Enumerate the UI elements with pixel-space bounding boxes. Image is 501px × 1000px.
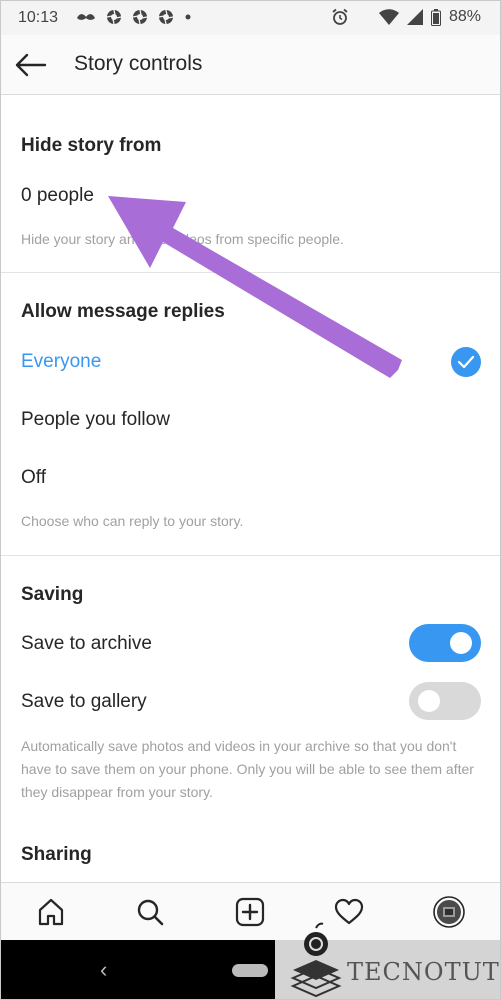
battery-percent: 88% [448,8,481,25]
home-icon [38,898,64,926]
save-to-archive-label: Save to archive [21,633,152,654]
toggle-knob [418,690,440,712]
saving-helper-text: Automatically save photos and videos in … [21,738,474,800]
mustache-icon [76,12,96,22]
reply-option-everyone[interactable]: Everyone [21,351,101,373]
section-divider [0,555,501,556]
hide-story-people-count[interactable]: 0 people [21,185,94,207]
watermark-text: TECNOTUTO [347,958,501,986]
add-post-icon [235,897,265,927]
battery-icon [430,8,441,26]
save-to-archive-toggle[interactable] [409,624,481,662]
back-button[interactable] [12,49,48,81]
system-back-icon[interactable]: ‹ [100,957,107,983]
search-tab[interactable] [133,895,167,929]
system-home-pill[interactable] [232,964,268,977]
search-icon [137,899,164,926]
section-divider [0,272,501,273]
system-status-icons: 88% [331,8,481,26]
profile-tab[interactable] [432,895,466,929]
back-arrow-icon [15,53,47,77]
sharing-section-title: Sharing [21,844,92,865]
home-tab[interactable] [34,895,68,929]
watermark-logo-icon [290,922,342,998]
new-post-tab[interactable] [233,895,267,929]
save-to-gallery-label: Save to gallery [21,691,147,712]
saving-section-title: Saving [21,584,84,605]
wifi-icon [378,9,399,25]
save-to-gallery-toggle[interactable] [409,682,481,720]
notification-icons [76,9,192,25]
hide-story-section-title: Hide story from [21,135,162,156]
dot-icon [184,13,192,21]
hide-story-helper-text: Hide your story and live videos from spe… [21,231,344,247]
status-time: 10:13 [18,9,59,26]
aperture-icon [158,9,174,25]
toggle-knob [450,632,472,654]
settings-content[interactable]: Hide story from 0 people Hide your story… [0,95,501,882]
reply-option-off[interactable]: Off [21,467,46,489]
aperture-icon [132,9,148,25]
message-replies-helper-text: Choose who can reply to your story. [21,513,244,529]
app-bar: Story controls [0,35,501,95]
bottom-tab-bar [0,882,501,940]
page-title: Story controls [74,52,203,75]
watermark: TECNOTUTO [275,922,501,1000]
signal-icon [406,9,423,25]
message-replies-section-title: Allow message replies [21,301,225,322]
aperture-icon [106,9,122,25]
alarm-icon [331,8,349,26]
selected-checkmark-icon [451,347,481,377]
profile-avatar [433,896,465,928]
reply-option-people-you-follow[interactable]: People you follow [21,409,170,431]
status-bar: 10:13 88% [0,0,501,35]
